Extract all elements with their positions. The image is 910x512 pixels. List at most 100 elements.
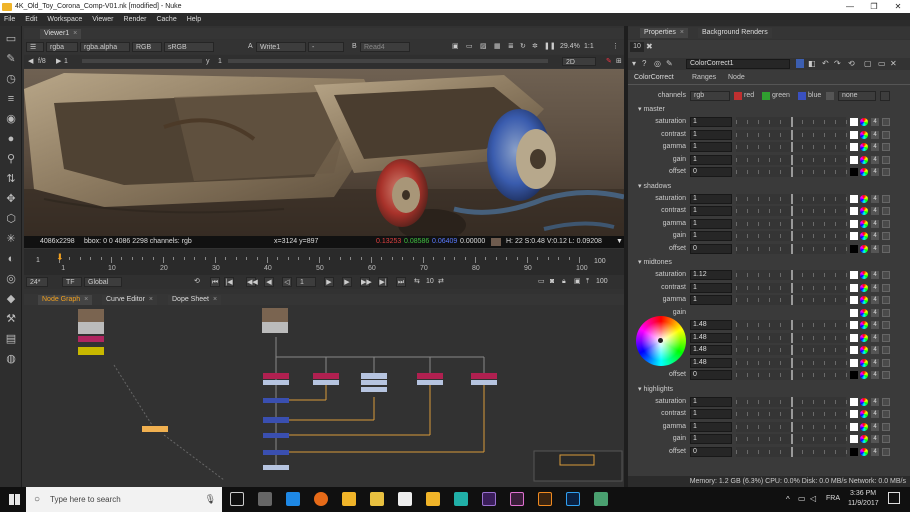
scope-dropdown[interactable]: Global: [84, 277, 122, 287]
color-tools-icon[interactable]: ◉: [4, 112, 18, 126]
slider-handle[interactable]: [791, 421, 793, 432]
animation-menu-icon[interactable]: [882, 422, 890, 431]
playhead-icon[interactable]: ⬇: [56, 252, 64, 263]
extra-channel-select[interactable]: none: [838, 91, 876, 101]
slider-handle[interactable]: [791, 243, 793, 254]
color-icon[interactable]: ✎: [666, 59, 673, 68]
dot-node[interactable]: [142, 426, 168, 432]
undo-icon[interactable]: ↶: [822, 59, 829, 68]
grid-icon[interactable]: ▦: [494, 42, 501, 52]
color-picker-icon[interactable]: [860, 168, 868, 176]
camera-icon[interactable]: ◙: [550, 277, 554, 287]
clear-panels-icon[interactable]: ✖: [646, 42, 653, 52]
color-picker-icon[interactable]: [860, 447, 868, 456]
channel-menu-icon[interactable]: [880, 91, 890, 101]
settings-app-icon[interactable]: [258, 492, 272, 506]
maximize-button[interactable]: ❐: [862, 0, 886, 13]
metadata-tools-icon[interactable]: ◆: [4, 292, 18, 306]
settings-icon[interactable]: ✲: [532, 42, 538, 52]
viewer-image[interactable]: [24, 69, 624, 236]
param-slider[interactable]: [736, 370, 847, 380]
premiere-icon[interactable]: [510, 492, 524, 506]
prev-frame-button[interactable]: ◀: [264, 277, 274, 287]
timeline-start-field[interactable]: 1: [36, 257, 40, 264]
slider-handle[interactable]: [791, 218, 793, 229]
channel-count-button[interactable]: 4: [871, 435, 879, 443]
colorspace-a-dropdown[interactable]: RGB: [132, 42, 162, 52]
color-swatch-button[interactable]: [850, 410, 858, 418]
color-swatch-button[interactable]: [850, 397, 858, 406]
colorcorrect-nodes[interactable]: [263, 373, 497, 392]
fps-dropdown[interactable]: 24*: [26, 277, 48, 287]
play-forward-button[interactable]: ▶: [324, 277, 334, 287]
animation-menu-icon[interactable]: [882, 130, 890, 139]
loop-icon[interactable]: ⟲: [194, 277, 200, 287]
color-picker-icon[interactable]: [860, 346, 868, 354]
colorspace-b-dropdown[interactable]: sRGB: [164, 42, 214, 52]
close-icon[interactable]: ×: [73, 30, 77, 37]
step-icon[interactable]: ⇆: [414, 277, 420, 287]
slider-handle[interactable]: [791, 270, 793, 280]
param-value-field[interactable]: 1: [690, 409, 732, 419]
slider-handle[interactable]: [791, 409, 793, 419]
tab-viewer1[interactable]: Viewer1 ×: [40, 29, 82, 39]
viewer-color-icon[interactable]: [796, 59, 804, 68]
param-value-field[interactable]: 1: [690, 129, 732, 140]
slider-handle[interactable]: [791, 295, 793, 305]
animation-menu-icon[interactable]: [882, 232, 890, 240]
color-picker-icon[interactable]: [860, 244, 868, 253]
param-slider[interactable]: [736, 243, 847, 254]
lut-icon[interactable]: ≣: [508, 42, 514, 52]
param-slider[interactable]: [736, 446, 847, 457]
color-swatch-button[interactable]: [850, 447, 858, 456]
edge-icon[interactable]: [286, 492, 300, 506]
param-slider[interactable]: [736, 117, 847, 127]
firefox-icon[interactable]: [314, 492, 328, 506]
slider-handle[interactable]: [791, 332, 793, 343]
frame-field[interactable]: 1: [64, 57, 68, 66]
param-slider[interactable]: [736, 295, 847, 305]
wipe-icon[interactable]: ▭: [466, 42, 473, 52]
filter-tools-icon[interactable]: ●: [4, 132, 18, 146]
furnace-tools-icon[interactable]: ◍: [4, 352, 18, 366]
menu-cache[interactable]: Cache: [156, 16, 176, 23]
param-slider[interactable]: [736, 142, 847, 152]
tab-curve-editor[interactable]: Curve Editor ×: [102, 295, 157, 305]
section-header-shadows[interactable]: ▾ shadows: [638, 181, 671, 193]
views-tools-icon[interactable]: ◎: [4, 272, 18, 286]
illustrator-icon[interactable]: [538, 492, 552, 506]
minimap[interactable]: [533, 450, 623, 482]
animation-menu-icon[interactable]: [882, 410, 890, 418]
zoom-dropdown[interactable]: 29.4%: [560, 42, 580, 52]
close-icon[interactable]: ×: [84, 296, 88, 303]
particles-tools-icon[interactable]: ✳: [4, 232, 18, 246]
time-tools-icon[interactable]: ◷: [4, 72, 18, 86]
lock-icon[interactable]: 🔒︎: [562, 277, 566, 287]
param-value-field[interactable]: 1: [690, 231, 732, 241]
slider-handle[interactable]: [791, 357, 793, 368]
param-value-field[interactable]: 1.12: [690, 270, 732, 280]
param-value-field[interactable]: 1: [690, 142, 732, 152]
animation-menu-icon[interactable]: [882, 321, 890, 329]
menu-file[interactable]: File: [4, 16, 15, 23]
start-icon[interactable]: [9, 494, 20, 505]
color-swatch-button[interactable]: [850, 155, 858, 164]
prev-step-icon[interactable]: ◀: [28, 57, 33, 66]
animation-menu-icon[interactable]: [882, 308, 890, 317]
color-swatch-button[interactable]: [850, 232, 858, 240]
play-backward-button[interactable]: ◁: [282, 277, 292, 287]
color-picker-icon[interactable]: [860, 219, 868, 228]
color-pick-icon[interactable]: ✎: [606, 57, 612, 66]
refresh-icon[interactable]: ↻: [520, 42, 526, 52]
channel-count-button[interactable]: 4: [871, 447, 879, 456]
param-value-field[interactable]: 1.48: [690, 357, 732, 368]
clock-date[interactable]: 11/9/2017: [848, 500, 879, 507]
color-swatch-button[interactable]: [850, 244, 858, 253]
slider-handle[interactable]: [791, 206, 793, 216]
info-dropdown-icon[interactable]: ▼: [616, 236, 623, 248]
deep-tools-icon[interactable]: ◐: [4, 252, 18, 266]
3d-tools-icon[interactable]: ⬡: [4, 212, 18, 226]
gamma-field[interactable]: 1: [218, 57, 222, 66]
menu-render[interactable]: Render: [124, 16, 147, 23]
roi-icon[interactable]: ▣: [452, 42, 459, 52]
